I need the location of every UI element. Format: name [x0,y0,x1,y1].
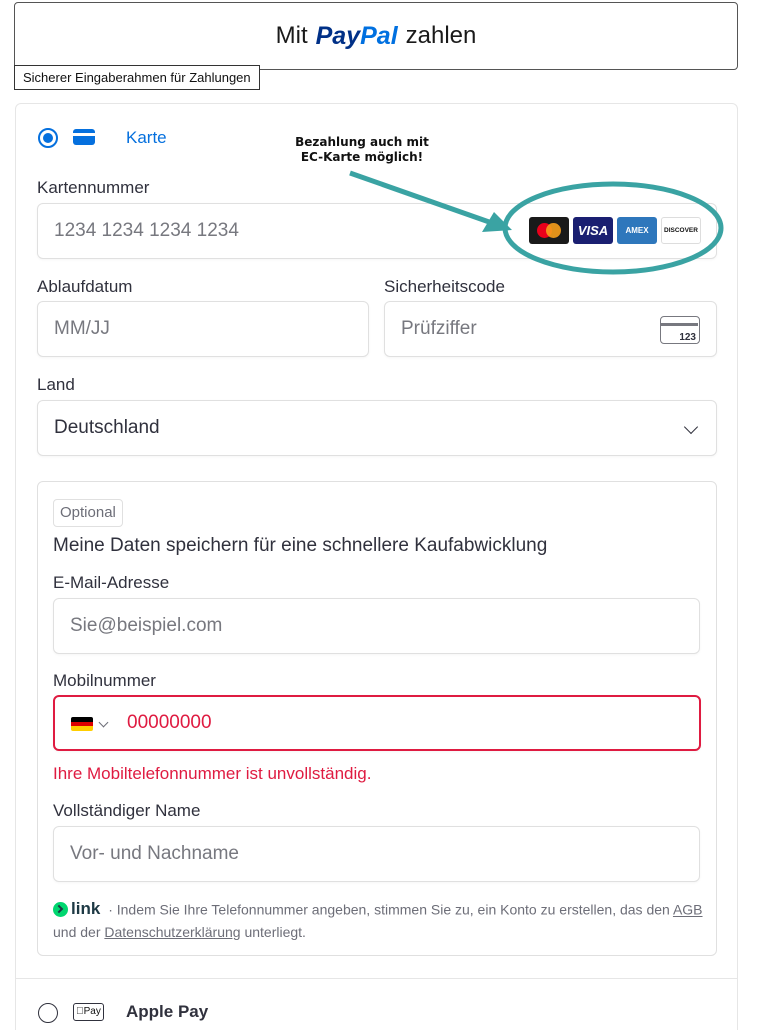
secure-frame-label: Sicherer Eingaberahmen für Zahlungen [14,65,260,90]
email-placeholder: Sie@beispiel.com [70,615,223,636]
germany-flag-icon[interactable] [71,717,93,731]
mastercard-icon [529,217,569,244]
phone-input[interactable]: 00000000 [53,695,701,751]
paypal-suffix: zahlen [405,22,477,49]
optional-badge: Optional [53,499,123,527]
card-radio[interactable] [38,128,58,148]
phone-error-message: Ihre Mobiltelefonnummer ist unvollständi… [53,764,372,783]
card-number-label: Kartennummer [37,178,150,197]
email-label: E-Mail-Adresse [53,573,170,592]
link-terms-text: link · Indem Sie Ihre Telefonnummer ange… [53,898,703,940]
name-label: Vollständiger Name [53,801,201,820]
card-method-label[interactable]: Karte [126,128,167,148]
expiry-placeholder: MM/JJ [54,318,110,339]
paypal-button[interactable]: Mit PayPal zahlen [14,2,738,70]
paypal-logo: PayPal [315,21,398,50]
card-brands: VISA AMEX DISCOVER [529,217,701,244]
apple-pay-radio[interactable] [38,1003,58,1023]
full-name-input[interactable]: Vor- und Nachname [53,826,700,882]
apple-pay-label[interactable]: Apple Pay [126,1002,208,1022]
agb-link[interactable]: AGB [673,902,703,918]
phone-label: Mobilnummer [53,671,156,690]
apple-pay-icon: Pay [73,1003,104,1021]
expiry-label: Ablaufdatum [37,277,133,296]
credit-card-icon [73,129,95,145]
cvc-card-icon: 123 [660,316,700,344]
privacy-link[interactable]: Datenschutzerklärung [104,924,240,940]
discover-icon: DISCOVER [661,217,701,244]
chevron-down-icon [683,419,699,435]
cvc-placeholder: Prüfziffer [401,318,477,339]
country-label: Land [37,375,75,394]
visa-icon: VISA [573,217,613,244]
country-select[interactable]: Deutschland [37,400,717,456]
cvc-label: Sicherheitscode [384,277,505,296]
name-placeholder: Vor- und Nachname [70,843,239,864]
email-input[interactable]: Sie@beispiel.com [53,598,700,654]
annotation-note: Bezahlung auch mit EC-Karte möglich! [295,135,429,164]
paypal-prefix: Mit [275,22,308,49]
link-arrow-icon [53,901,68,917]
expiry-input[interactable]: MM/JJ [37,301,369,357]
amex-icon: AMEX [617,217,657,244]
country-value: Deutschland [54,417,160,438]
link-logo: link [53,898,100,920]
chevron-down-icon[interactable] [98,717,109,728]
phone-value: 00000000 [127,712,212,733]
link-section-title: Meine Daten speichern für eine schneller… [53,535,548,556]
card-number-placeholder: 1234 1234 1234 1234 [54,220,239,241]
method-divider [16,978,738,979]
cvc-input[interactable]: Prüfziffer 123 [384,301,717,357]
